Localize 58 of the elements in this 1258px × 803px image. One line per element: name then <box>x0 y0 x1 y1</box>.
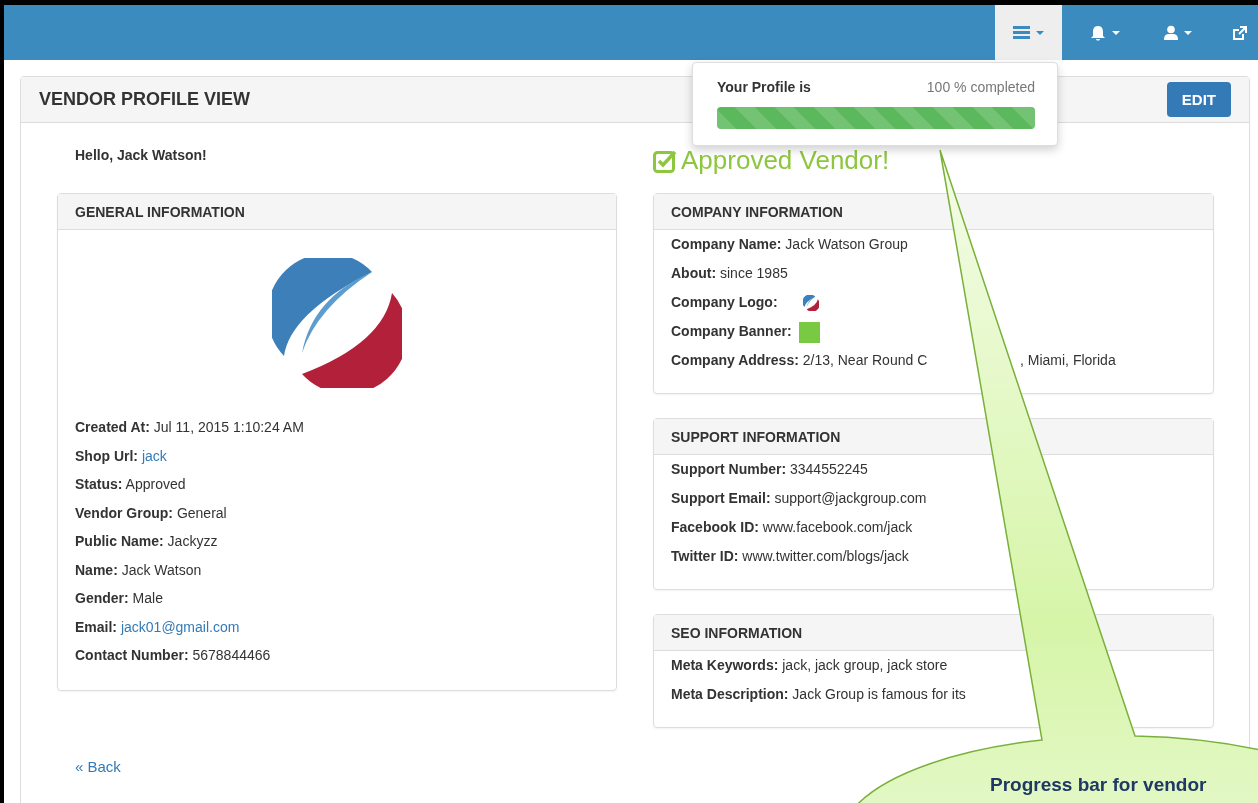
field-value: Jul 11, 2015 1:10:24 AM <box>153 419 304 435</box>
banner-thumbnail <box>799 321 821 343</box>
page-title: VENDOR PROFILE VIEW <box>39 89 251 110</box>
external-link-icon <box>1232 24 1248 41</box>
menu-button[interactable] <box>995 5 1062 60</box>
field-value: Approved <box>125 476 186 492</box>
field-label: Public Name: <box>75 533 164 549</box>
company-logo-icon <box>803 295 820 312</box>
completion-text: 100 % completed <box>926 79 1035 95</box>
field-value: Male <box>132 590 163 606</box>
edit-button[interactable]: EDIT <box>1166 82 1231 117</box>
field-value: General <box>176 504 227 521</box>
field-value: 5678844466 <box>192 647 271 663</box>
field-link[interactable]: jack01@gmail.com <box>120 618 240 635</box>
approved-vendor-text: Approved Vendor! <box>681 145 890 176</box>
field-label: Company Address: <box>671 352 799 368</box>
field-label: Company Name: <box>671 236 782 252</box>
field-label: Twitter ID: <box>671 548 739 564</box>
field-value: Jack Watson Group <box>785 236 908 252</box>
greeting-text: Hello, Jack Watson! <box>74 147 208 163</box>
field-label: Support Email: <box>671 490 771 506</box>
panel-title: SUPPORT INFORMATION <box>654 419 1213 455</box>
field-label: Shop Url: <box>75 447 138 464</box>
field-label: Name: <box>75 561 118 578</box>
field-label: Status: <box>75 476 123 492</box>
field-label: About: <box>671 265 717 281</box>
field-label: Facebook ID: <box>671 519 759 535</box>
field-label: Meta Description: <box>671 686 789 702</box>
field-value: jack, jack group, jack store <box>782 657 948 673</box>
list-icon <box>1013 25 1030 40</box>
field-value: Jack Group is famous for its <box>792 686 966 702</box>
field-label: Company Logo: <box>671 294 778 310</box>
field-link[interactable]: jack <box>141 447 167 464</box>
field-label: Support Number: <box>671 461 787 477</box>
check-square-icon <box>653 148 677 173</box>
field-value: support@jackgroup.com <box>774 490 927 506</box>
popup-label: Your Profile is <box>717 79 811 95</box>
panel-title: COMPANY INFORMATION <box>654 194 1213 230</box>
field-label: Email: <box>75 618 117 635</box>
field-value: www.twitter.com/blogs/jack <box>742 548 909 564</box>
field-value: www.facebook.com/jack <box>762 519 913 535</box>
field-value: 2/13, Near Round C <box>802 352 928 368</box>
field-label: Gender: <box>75 590 129 606</box>
field-value: Jackyzz <box>167 533 218 549</box>
field-value: 3344552245 <box>790 461 868 477</box>
field-label: Created At: <box>75 419 150 435</box>
user-icon <box>1164 25 1178 40</box>
bell-icon <box>1090 24 1106 41</box>
field-value: , Miami, Florida <box>1020 352 1116 368</box>
field-label: Meta Keywords: <box>671 657 779 673</box>
back-link[interactable]: « Back <box>75 758 121 775</box>
field-label: Contact Number: <box>75 647 189 663</box>
field-value: since 1985 <box>720 265 788 281</box>
callout-text: Progress bar for vendor <box>990 774 1207 796</box>
field-label: Company Banner: <box>671 323 792 339</box>
panel-title: GENERAL INFORMATION <box>58 194 616 230</box>
field-label: Vendor Group: <box>75 504 173 521</box>
field-value: Jack Watson <box>121 561 202 578</box>
